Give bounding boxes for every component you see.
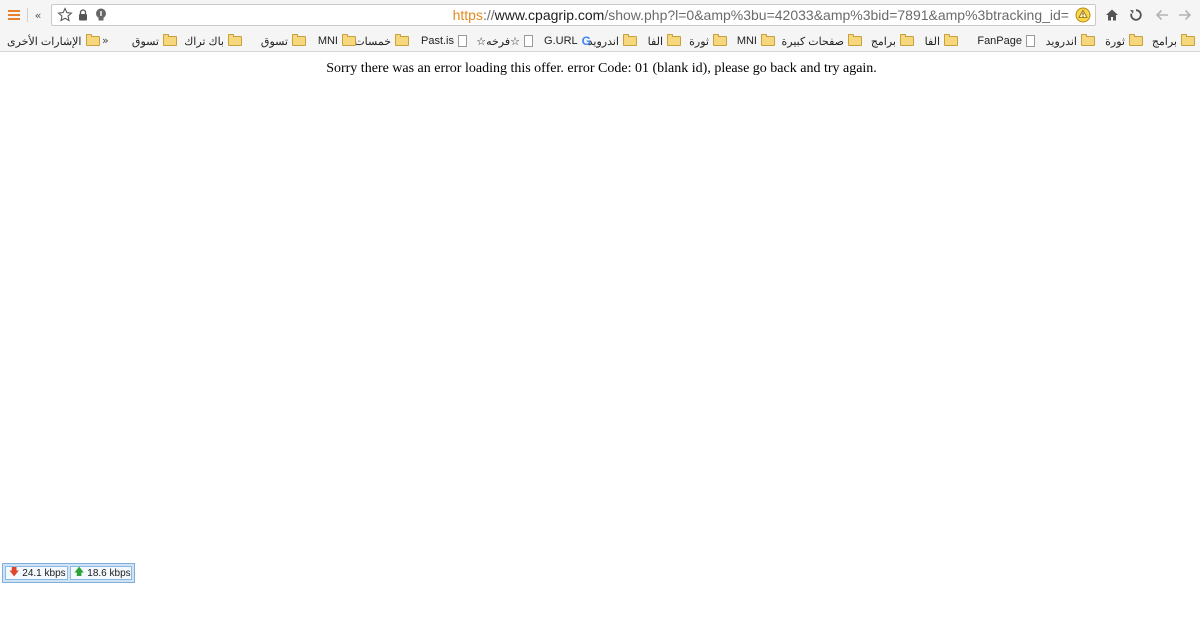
folder-icon	[342, 34, 356, 46]
download-speed: 🡇 24.1 kbps	[5, 566, 68, 580]
menu-button[interactable]	[5, 5, 23, 25]
bookmark-folder[interactable]: تسوق	[261, 31, 306, 51]
bookmark-folder[interactable]: MNI	[318, 31, 356, 51]
upload-arrow-icon: 🡅	[74, 566, 85, 578]
bookmark-google[interactable]: G G.URL	[544, 31, 591, 51]
bookmark-folder[interactable]: الفا	[925, 31, 958, 51]
folder-icon	[163, 34, 177, 46]
bookmark-label: خمسات	[354, 35, 391, 48]
bookmark-label: برامج	[870, 35, 896, 48]
bookmark-label: ثورة	[1105, 35, 1125, 48]
site-warning-icon[interactable]	[1074, 7, 1092, 23]
reload-button[interactable]	[1127, 5, 1145, 25]
bookmark-star-icon[interactable]	[56, 7, 74, 23]
url-host: www.cpagrip.com	[494, 7, 605, 23]
folder-icon	[1081, 34, 1095, 46]
bookmark-label: ثورة	[689, 35, 709, 48]
bookmark-folder[interactable]: برامج	[1152, 31, 1195, 51]
folder-icon	[395, 34, 409, 46]
bookmarks-bar: برامج ثورة اندرويد FanPage الفا برامج صف…	[0, 31, 1200, 52]
bookmark-label: اندرويد	[587, 35, 619, 48]
bookmark-label: باك تراك	[184, 35, 224, 48]
bookmark-folder[interactable]: خمسات	[354, 31, 409, 51]
home-icon	[1106, 9, 1118, 21]
url-scheme: https	[452, 7, 483, 23]
bookmark-label: MNI	[317, 35, 338, 47]
lock-icon[interactable]	[77, 7, 89, 23]
upload-speed: 🡅 18.6 kbps	[70, 566, 132, 580]
folder-icon	[944, 34, 958, 46]
hamburger-icon	[8, 10, 20, 20]
bookmark-label: تسوق	[260, 35, 288, 48]
upload-speed-value: 18.6 kbps	[87, 567, 131, 579]
bookmark-page[interactable]: FanPage	[977, 31, 1035, 51]
bookmark-label: برامج	[1151, 35, 1177, 48]
bookmark-label: الفا	[647, 35, 663, 48]
folder-icon	[623, 34, 637, 46]
folder-icon	[713, 34, 727, 46]
address-bar[interactable]: https://www.cpagrip.com/show.php?l=0&amp…	[51, 4, 1096, 26]
bookmark-page[interactable]: ☆فرخه☆	[476, 31, 533, 51]
url-path: /show.php?l=0&amp%3bu=42033&amp%3bid=789…	[604, 7, 1069, 23]
folder-icon	[761, 34, 775, 46]
url-separator: ://	[482, 7, 495, 23]
bookmark-label: صفحات كبيرة	[781, 35, 844, 48]
folder-icon	[848, 34, 862, 46]
bookmark-label: الإشارات الأخرى	[7, 35, 82, 48]
other-bookmarks-folder[interactable]: الإشارات الأخرى	[7, 31, 100, 51]
bookmark-label: MNI	[736, 35, 757, 47]
page-icon	[458, 35, 467, 47]
google-icon: G	[581, 34, 591, 48]
bookmark-label: FanPage	[977, 35, 1022, 47]
download-speed-value: 24.1 kbps	[22, 567, 66, 579]
reload-icon	[1130, 9, 1142, 21]
back-button[interactable]	[1152, 5, 1172, 25]
network-speed-meter[interactable]: 🡇 24.1 kbps 🡅 18.6 kbps	[2, 563, 135, 583]
bookmark-folder[interactable]: ثورة	[1105, 31, 1143, 51]
bookmark-label: اندرويد	[1045, 35, 1077, 48]
folder-icon	[85, 34, 100, 46]
folder-icon	[228, 34, 242, 46]
folder-icon	[1129, 34, 1143, 46]
bookmark-folder[interactable]: اندرويد	[1046, 31, 1095, 51]
bookmark-label: تسوق	[131, 35, 159, 48]
toolbar-separator	[27, 8, 28, 22]
bookmark-label: الفا	[924, 35, 940, 48]
bookmarks-overflow-chevron[interactable]: »	[102, 34, 109, 47]
folder-icon	[667, 34, 681, 46]
arrow-right-icon	[1179, 9, 1192, 21]
page-icon	[1026, 35, 1035, 47]
folder-icon	[292, 34, 306, 46]
bookmark-folder[interactable]: باك تراك	[184, 31, 242, 51]
bookmark-folder[interactable]: الفا	[648, 31, 681, 51]
navigation-toolbar: « https://www.cpagrip.com/show.php?l=0&a…	[0, 0, 1200, 31]
lightbulb-icon[interactable]	[93, 7, 109, 23]
url-text[interactable]: https://www.cpagrip.com/show.php?l=0&amp…	[453, 7, 1069, 23]
bookmark-folder[interactable]: تسوق	[132, 31, 177, 51]
bookmark-folder[interactable]: صفحات كبيرة	[782, 31, 862, 51]
bookmark-label: ☆فرخه☆	[476, 35, 520, 48]
bookmark-folder[interactable]: برامج	[871, 31, 914, 51]
bookmark-folder[interactable]: اندرويد	[588, 31, 637, 51]
page-icon	[524, 35, 533, 47]
folder-icon	[900, 34, 914, 46]
bookmark-label: Past.is	[420, 35, 454, 47]
error-message: Sorry there was an error loading this of…	[326, 61, 877, 76]
home-button[interactable]	[1103, 5, 1121, 25]
toolbar-overflow-button[interactable]: «	[31, 5, 45, 25]
arrow-left-icon	[1155, 9, 1168, 21]
bookmark-label: G.URL	[544, 35, 578, 47]
bookmark-page[interactable]: Past.is	[421, 31, 467, 51]
bookmark-folder[interactable]: MNI	[737, 31, 775, 51]
download-arrow-icon: 🡇	[9, 566, 20, 578]
forward-button[interactable]	[1175, 5, 1195, 25]
bookmark-folder[interactable]: ثورة	[689, 31, 727, 51]
folder-icon	[1181, 34, 1195, 46]
